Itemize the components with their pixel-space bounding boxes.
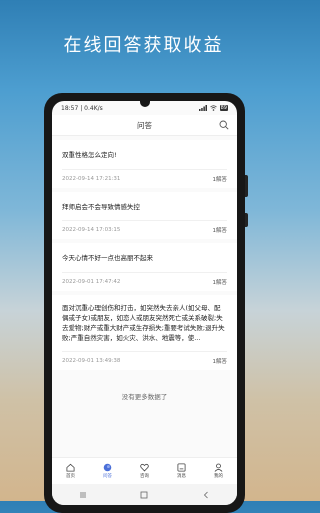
answer-count: 1解答 (212, 228, 228, 234)
tab-label: 我的 (214, 474, 223, 479)
power-button (245, 213, 248, 227)
home-icon (66, 463, 75, 472)
tab-qa[interactable]: 问答 (93, 458, 123, 484)
answer-count: 1解答 (212, 279, 228, 286)
question-text: 今天心情不好一点也高丽不起来 (62, 254, 153, 262)
signal-icon (198, 105, 207, 111)
battery-icon: 89 (219, 105, 228, 111)
app-screen: 18:57 | 0.4K/s 89 问答 双重性格怎么定向! 2022-09-1… (52, 101, 237, 505)
heart-icon (140, 463, 149, 472)
question-text: 双重性格怎么定向! (62, 151, 117, 159)
page-header: 问答 (52, 115, 237, 136)
user-icon (214, 463, 223, 472)
status-time: 18:57 (61, 104, 79, 112)
tab-label: 问答 (103, 474, 112, 479)
question-date: 2022-09-14 17:21:31 (62, 175, 121, 182)
tab-consult[interactable]: 咨询 (130, 458, 160, 484)
home-square-icon[interactable] (140, 491, 148, 499)
no-more-data-label: 没有更多数据了 (121, 393, 168, 401)
tab-label: 消息 (177, 474, 186, 479)
message-icon (177, 463, 186, 472)
back-icon[interactable] (202, 491, 210, 499)
search-icon[interactable] (219, 120, 229, 130)
tab-label: 咨询 (140, 474, 149, 479)
page-title: 问答 (137, 120, 152, 130)
question-date: 2022-09-14 17:03:15 (62, 227, 121, 233)
question-date: 2022-09-01 13:49:38 (62, 357, 121, 364)
bottom-tab-bar: 首页 问答 咨询 消息 我的 (52, 457, 237, 484)
question-card[interactable]: 双重性格怎么定向! 2022-09-14 17:21:31 1解答 (52, 140, 237, 188)
status-speed: 0.4K/s (84, 104, 103, 112)
promo-banner-title: 在线回答获取收益 (63, 35, 224, 56)
question-list: 双重性格怎么定向! 2022-09-14 17:21:31 1解答 拜师启会不会… (52, 136, 237, 370)
answer-count: 1解答 (212, 358, 228, 365)
tab-label: 首页 (66, 474, 75, 479)
question-text: 拜师启会不会导致情感失控 (62, 202, 140, 211)
tab-profile[interactable]: 我的 (204, 458, 234, 484)
tab-messages[interactable]: 消息 (167, 458, 197, 484)
phone-frame: 18:57 | 0.4K/s 89 问答 双重性格怎么定向! 2022-09-1… (44, 93, 248, 513)
answer-count: 1解答 (212, 176, 228, 183)
question-card[interactable]: 面对沉重心理创伤和打击，如突然失去亲人(如父母、配偶或子女)或朋友，如恋人或朋友… (52, 294, 237, 370)
volume-button (245, 175, 248, 197)
question-text: 面对沉重心理创伤和打击，如突然失去亲人(如父母、配偶或子女)或朋友，如恋人或朋友… (62, 303, 225, 342)
menu-icon[interactable] (79, 491, 87, 499)
question-card[interactable]: 今天心情不好一点也高丽不起来 2022-09-01 17:47:42 1解答 (52, 243, 237, 291)
question-date: 2022-09-01 17:47:42 (62, 278, 121, 285)
wifi-icon (209, 105, 217, 111)
tab-home[interactable]: 首页 (56, 458, 86, 484)
system-nav-bar (52, 484, 237, 505)
qa-icon (103, 463, 112, 472)
question-card[interactable]: 拜师启会不会导致情感失控 2022-09-14 17:03:15 1解答 (52, 191, 237, 239)
